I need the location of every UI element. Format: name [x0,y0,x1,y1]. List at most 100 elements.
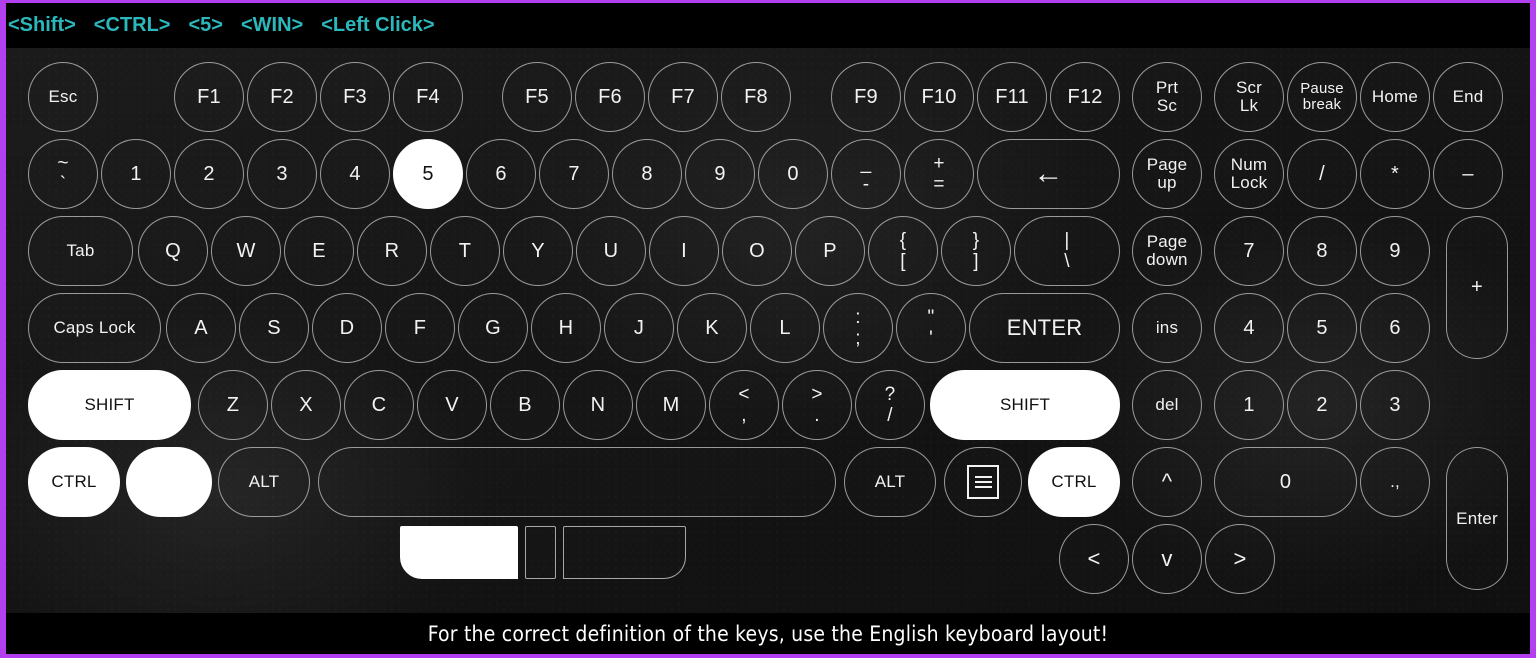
key-arrow-right[interactable]: > [1205,524,1275,594]
key-f10[interactable]: F10 [904,62,974,132]
key-k[interactable]: K [677,293,747,363]
key-numpad-7[interactable]: 7 [1214,216,1284,286]
key-home[interactable]: Home [1360,62,1430,132]
key-menu[interactable] [944,447,1022,517]
key-1[interactable]: 1 [101,139,171,209]
key-alt-right[interactable]: ALT [844,447,936,517]
key-b[interactable]: B [490,370,560,440]
key-bracket-right[interactable]: } ] [941,216,1011,286]
key-7[interactable]: 7 [539,139,609,209]
key-slash[interactable]: ? / [855,370,925,440]
key-numpad-3[interactable]: 3 [1360,370,1430,440]
key-l[interactable]: L [750,293,820,363]
key-r[interactable]: R [357,216,427,286]
key-f[interactable]: F [385,293,455,363]
key-numpad-divide[interactable]: / [1287,139,1357,209]
key-numpad-enter[interactable]: Enter [1446,447,1508,590]
key-backspace[interactable]: ← [977,139,1120,209]
mouse-right-button[interactable] [563,526,686,579]
key-numpad-2[interactable]: 2 [1287,370,1357,440]
key-e[interactable]: E [284,216,354,286]
key-numpad-decimal[interactable]: ., [1360,447,1430,517]
key-x[interactable]: X [271,370,341,440]
key-w[interactable]: W [211,216,281,286]
key-enter[interactable]: ENTER [969,293,1120,363]
key-3[interactable]: 3 [247,139,317,209]
key-f1[interactable]: F1 [174,62,244,132]
key-o[interactable]: O [722,216,792,286]
key-c[interactable]: C [344,370,414,440]
key-page-up[interactable]: Page up [1132,139,1202,209]
key-shift-right[interactable]: SHIFT [930,370,1120,440]
key-f5[interactable]: F5 [502,62,572,132]
key-escape[interactable]: Esc [28,62,98,132]
key-f3[interactable]: F3 [320,62,390,132]
key-arrow-down[interactable]: v [1132,524,1202,594]
key-p[interactable]: P [795,216,865,286]
key-n[interactable]: N [563,370,633,440]
key-d[interactable]: D [312,293,382,363]
key-numpad-multiply[interactable]: * [1360,139,1430,209]
key-space[interactable] [318,447,836,517]
key-backslash[interactable]: | \ [1014,216,1120,286]
key-v[interactable]: V [417,370,487,440]
key-5[interactable]: 5 [393,139,463,209]
key-numpad-6[interactable]: 6 [1360,293,1430,363]
key-num-lock[interactable]: Num Lock [1214,139,1284,209]
key-bracket-left[interactable]: { [ [868,216,938,286]
key-delete[interactable]: del [1132,370,1202,440]
key-tab[interactable]: Tab [28,216,133,286]
key-numpad-0[interactable]: 0 [1214,447,1357,517]
key-q[interactable]: Q [138,216,208,286]
key-numpad-add[interactable]: + [1446,216,1508,359]
key-win[interactable] [126,447,212,517]
key-z[interactable]: Z [198,370,268,440]
key-caps-lock[interactable]: Caps Lock [28,293,161,363]
key-f8[interactable]: F8 [721,62,791,132]
key-f11[interactable]: F11 [977,62,1047,132]
key-4[interactable]: 4 [320,139,390,209]
key-arrow-up[interactable]: ^ [1132,447,1202,517]
key-2[interactable]: 2 [174,139,244,209]
key-comma[interactable]: < , [709,370,779,440]
key-minus[interactable]: _ - [831,139,901,209]
key-s[interactable]: S [239,293,309,363]
key-ctrl-left[interactable]: CTRL [28,447,120,517]
key-y[interactable]: Y [503,216,573,286]
key-ctrl-right[interactable]: CTRL [1028,447,1120,517]
key-a[interactable]: A [166,293,236,363]
key-pause-break[interactable]: Pause break [1287,62,1357,132]
key-semicolon[interactable]: : ; [823,293,893,363]
mouse-middle-button[interactable] [525,526,556,579]
key-f6[interactable]: F6 [575,62,645,132]
key-9[interactable]: 9 [685,139,755,209]
key-numpad-4[interactable]: 4 [1214,293,1284,363]
key-u[interactable]: U [576,216,646,286]
key-end[interactable]: End [1433,62,1503,132]
key-j[interactable]: J [604,293,674,363]
key-backtick[interactable]: ~ ` [28,139,98,209]
key-shift-left[interactable]: SHIFT [28,370,191,440]
key-m[interactable]: M [636,370,706,440]
key-page-down[interactable]: Page down [1132,216,1202,286]
mouse-left-button[interactable] [400,526,518,579]
key-f9[interactable]: F9 [831,62,901,132]
key-quote[interactable]: " ' [896,293,966,363]
key-h[interactable]: H [531,293,601,363]
key-numpad-subtract[interactable]: – [1433,139,1503,209]
key-6[interactable]: 6 [466,139,536,209]
key-period[interactable]: > . [782,370,852,440]
key-i[interactable]: I [649,216,719,286]
key-print-screen[interactable]: Prt Sc [1132,62,1202,132]
key-8[interactable]: 8 [612,139,682,209]
key-f12[interactable]: F12 [1050,62,1120,132]
key-0[interactable]: 0 [758,139,828,209]
key-numpad-8[interactable]: 8 [1287,216,1357,286]
key-scroll-lock[interactable]: Scr Lk [1214,62,1284,132]
key-alt-left[interactable]: ALT [218,447,310,517]
key-equals[interactable]: + = [904,139,974,209]
key-numpad-5[interactable]: 5 [1287,293,1357,363]
key-numpad-1[interactable]: 1 [1214,370,1284,440]
key-g[interactable]: G [458,293,528,363]
key-insert[interactable]: ins [1132,293,1202,363]
